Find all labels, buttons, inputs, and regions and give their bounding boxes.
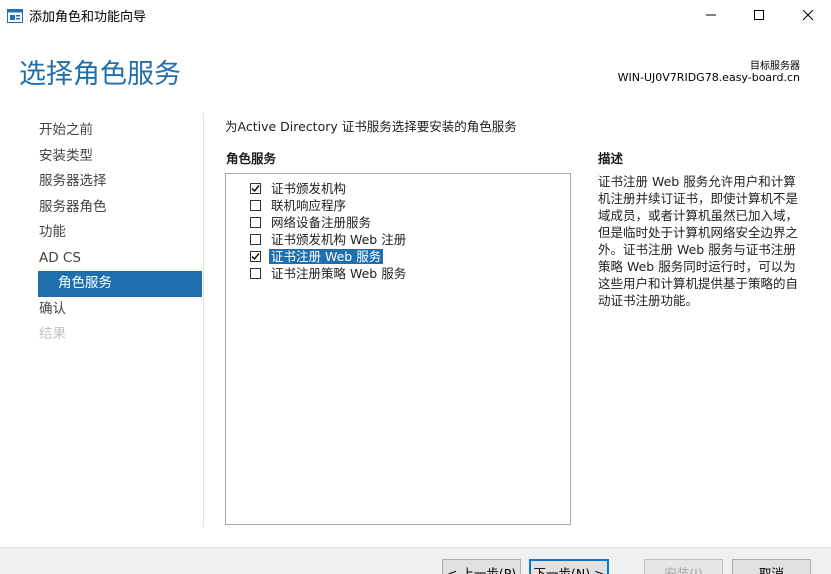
nav-item-confirmation[interactable]: 确认	[38, 297, 202, 323]
destination-server-name: WIN-UJ0V7RIDG78.easy-board.cn	[617, 71, 800, 84]
close-icon	[803, 10, 813, 20]
nav-item-ad-cs[interactable]: AD CS	[38, 246, 202, 272]
checkmark-icon	[251, 185, 260, 193]
nav-divider	[203, 113, 204, 527]
nav-item-before-you-begin[interactable]: 开始之前	[38, 118, 202, 144]
cancel-button[interactable]: 取消	[732, 559, 811, 574]
maximize-icon	[754, 10, 764, 20]
page-title: 选择角色服务	[19, 59, 181, 90]
next-button[interactable]: 下一步(N) >	[529, 559, 609, 574]
checkmark-icon	[251, 253, 260, 261]
previous-button[interactable]: < 上一步(P)	[442, 559, 521, 574]
description-line: 这些用户和计算机提供基于策略的自	[598, 276, 799, 291]
role-label: 联机响应程序	[271, 198, 347, 213]
description-header: 描述	[598, 151, 624, 166]
role-item-network-device-enrollment[interactable]: 网络设备注册服务	[250, 214, 408, 231]
role-services-header: 角色服务	[226, 151, 277, 166]
role-checkbox[interactable]	[250, 251, 261, 262]
description-line: 动证书注册功能。	[598, 293, 699, 308]
minimize-button[interactable]	[688, 0, 734, 30]
description-line: 证书注册 Web 服务允许用户和计算	[598, 174, 796, 189]
role-label: 证书颁发机构	[271, 181, 347, 196]
title-bar: 添加角色和功能向导	[0, 0, 831, 30]
role-label-selected: 证书注册 Web 服务	[269, 249, 384, 264]
role-checkbox[interactable]	[250, 183, 261, 194]
role-item-certificate-enrollment-web-service[interactable]: 证书注册 Web 服务	[250, 248, 408, 265]
nav-item-installation-type[interactable]: 安装类型	[38, 144, 202, 170]
description-line: 外。证书注册 Web 服务与证书注册	[598, 242, 796, 257]
close-button[interactable]	[785, 0, 831, 30]
description-line: 域成员，或者计算机虽然已加入域，	[598, 208, 799, 223]
role-checkbox[interactable]	[250, 200, 261, 211]
nav-item-server-roles[interactable]: 服务器角色	[38, 195, 202, 221]
destination-server-label: 目标服务器	[750, 61, 800, 72]
role-label: 网络设备注册服务	[271, 215, 372, 230]
role-item-certificate-enrollment-policy-web-service[interactable]: 证书注册策略 Web 服务	[250, 265, 408, 282]
wizard-app-icon	[7, 8, 23, 23]
nav-item-role-services[interactable]: 角色服务	[38, 271, 202, 297]
install-button: 安装(I)	[644, 559, 723, 574]
description-line: 机注册并续订证书，即使计算机不是	[598, 191, 799, 206]
window-title: 添加角色和功能向导	[29, 10, 147, 25]
role-item-online-responder[interactable]: 联机响应程序	[250, 197, 408, 214]
description-line: 但是临时处于计算机网络安全边界之	[598, 225, 799, 240]
role-checkbox[interactable]	[250, 217, 261, 228]
minimize-icon	[706, 10, 716, 20]
role-item-certification-authority[interactable]: 证书颁发机构	[250, 180, 408, 197]
role-checkbox[interactable]	[250, 234, 261, 245]
role-item-ca-web-enrollment[interactable]: 证书颁发机构 Web 注册	[250, 231, 408, 248]
description-line: 策略 Web 服务同时运行时，可以为	[598, 259, 796, 274]
role-checkbox[interactable]	[250, 268, 261, 279]
maximize-button[interactable]	[736, 0, 782, 30]
role-services-list[interactable]: 证书颁发机构 联机响应程序 网络设备注册服务 证书颁发机构 Web 注册 证书注…	[225, 173, 571, 525]
description-text: 证书注册 Web 服务允许用户和计算 机注册并续订证书，即使计算机不是 域成员，…	[598, 173, 806, 309]
instruction-text: 为Active Directory 证书服务选择要安装的角色服务	[225, 119, 517, 134]
role-label: 证书注册策略 Web 服务	[271, 266, 407, 281]
wizard-steps-nav: 开始之前 安装类型 服务器选择 服务器角色 功能 AD CS 角色服务 确认 结…	[38, 118, 202, 348]
nav-item-features[interactable]: 功能	[38, 220, 202, 246]
nav-item-results: 结果	[39, 326, 66, 342]
role-label: 证书颁发机构 Web 注册	[271, 232, 407, 247]
wizard-footer: < 上一步(P) 下一步(N) > 安装(I) 取消	[0, 547, 831, 574]
nav-item-server-selection[interactable]: 服务器选择	[38, 169, 202, 195]
